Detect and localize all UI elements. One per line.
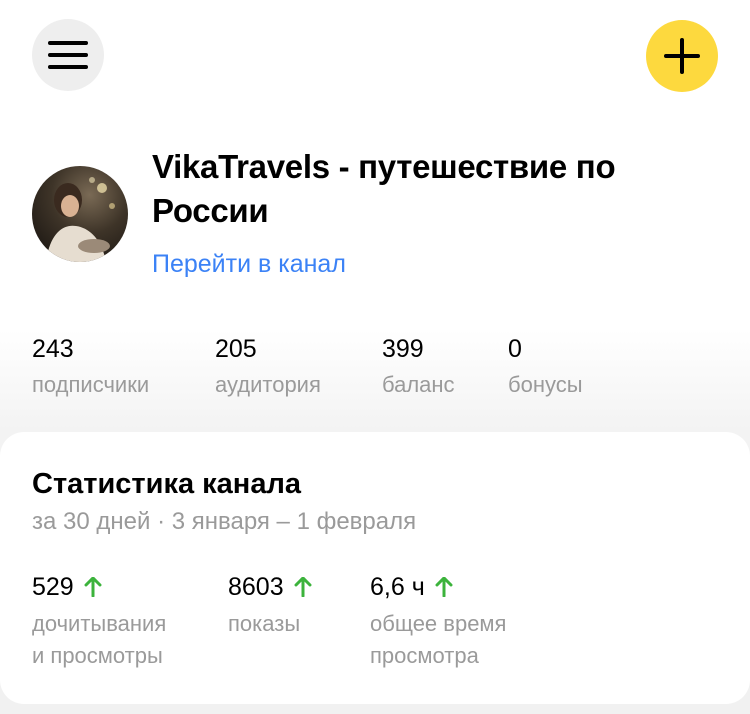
impressions-metric: 8603 показы xyxy=(228,572,312,640)
channel-title: VikaTravels - путешествие по России xyxy=(152,148,616,229)
impressions-value: 8603 xyxy=(228,573,284,601)
watch-time-metric: 6,6 ч общее время просмотра xyxy=(370,572,506,672)
subscribers-value: 243 xyxy=(32,335,74,363)
watch-time-value: 6,6 ч xyxy=(370,573,425,601)
channel-summary: 243 подписчики 205 аудитория 399 баланс … xyxy=(0,334,750,404)
reads-label: дочитывания и просмотры xyxy=(32,611,167,668)
audience-value: 205 xyxy=(215,335,257,363)
balance-label: баланс xyxy=(382,372,455,397)
menu-button[interactable] xyxy=(32,19,104,91)
arrow-up-icon xyxy=(435,577,453,597)
impressions-label: показы xyxy=(228,611,301,636)
audience-stat: 205 аудитория xyxy=(215,334,321,398)
arrow-up-icon xyxy=(294,577,312,597)
channel-avatar[interactable] xyxy=(32,166,128,262)
hamburger-icon xyxy=(48,41,88,69)
bonuses-value: 0 xyxy=(508,335,522,363)
bonuses-label: бонусы xyxy=(508,372,583,397)
arrow-up-icon xyxy=(84,577,102,597)
subscribers-label: подписчики xyxy=(32,372,150,397)
plus-icon xyxy=(664,38,700,74)
reads-value: 529 xyxy=(32,573,74,601)
subscribers-stat: 243 подписчики xyxy=(32,334,149,398)
watch-time-label: общее время просмотра xyxy=(370,611,507,668)
balance-stat[interactable]: 399 баланс xyxy=(382,334,455,398)
bonuses-stat[interactable]: 0 бонусы xyxy=(508,334,583,398)
add-button[interactable] xyxy=(646,20,718,92)
stats-card-title: Статистика канала xyxy=(32,468,302,500)
stats-card-period: за 30 дней · 3 января – 1 февраля xyxy=(32,508,417,535)
audience-label: аудитория xyxy=(215,372,321,397)
go-to-channel-link[interactable]: Перейти в канал xyxy=(152,250,346,279)
avatar-photo xyxy=(32,166,128,262)
reads-metric: 529 дочитывания и просмотры xyxy=(32,572,166,672)
balance-value: 399 xyxy=(382,335,424,363)
